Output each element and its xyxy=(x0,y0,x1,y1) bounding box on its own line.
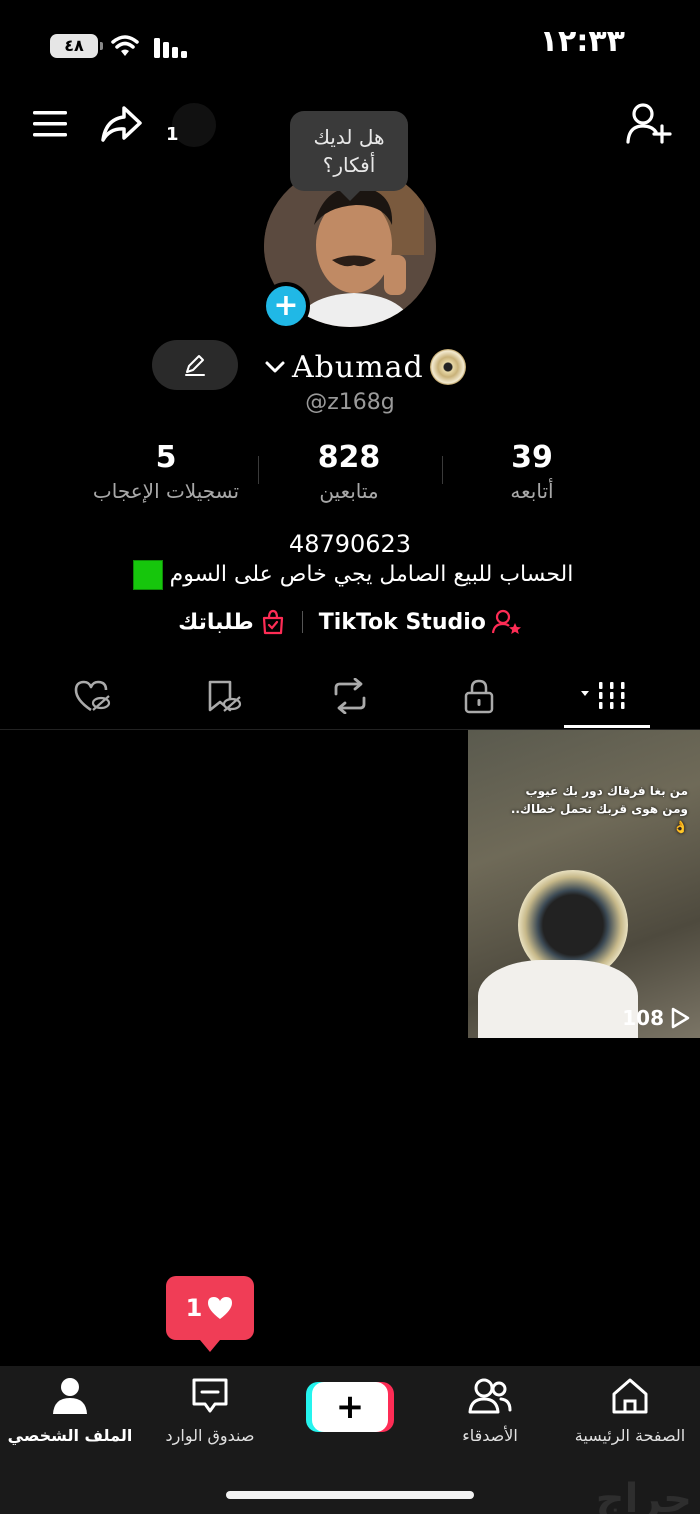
bio-text: الحساب للبيع الصامل يجي خاص على السوم xyxy=(169,562,574,587)
video-caption-line1: من بغا فرقاك دور بك عيوب xyxy=(525,784,688,798)
tab-videos[interactable] xyxy=(562,670,652,722)
video-image-hand xyxy=(478,960,638,1038)
disc-icon xyxy=(429,349,466,385)
following-count: 39 xyxy=(511,440,553,475)
like-toast-count: 1 xyxy=(185,1294,203,1322)
video-view-count: 108 xyxy=(622,1006,664,1030)
idea-prompt-line1: هل لديك xyxy=(313,125,385,149)
home-indicator[interactable] xyxy=(226,1491,474,1499)
tab-favorites[interactable] xyxy=(178,670,268,722)
profile-links: طلباتك TikTok Studio xyxy=(0,604,700,640)
tab-liked[interactable] xyxy=(48,670,138,722)
creator-star-icon xyxy=(491,609,521,634)
nav-home-label: الصفحة الرئيسية xyxy=(574,1426,686,1445)
following-label: أتابعه xyxy=(510,479,554,503)
nav-home[interactable]: الصفحة الرئيسية xyxy=(560,1376,700,1445)
hidden-heart-icon xyxy=(74,680,111,712)
video-caption-line2: ومن هوى قربك تحمل خطاك..👌 xyxy=(510,802,688,834)
edit-profile-button[interactable] xyxy=(152,340,238,390)
orders-label: طلباتك xyxy=(178,609,254,635)
status-time: ١٢:٣٣ xyxy=(539,24,625,59)
followers-stat[interactable]: 828 متابعين xyxy=(249,440,449,503)
nav-friends[interactable]: الأصدقاء xyxy=(420,1376,560,1445)
idea-prompt-line2: أفكار؟ xyxy=(322,153,376,177)
likes-label: تسجيلات الإعجاب xyxy=(92,479,240,503)
add-story-button[interactable]: + xyxy=(262,282,310,330)
video-views: 108 xyxy=(622,1006,690,1030)
repost-icon xyxy=(334,678,366,714)
grid-videos-icon xyxy=(581,682,625,709)
friends-icon xyxy=(468,1378,512,1414)
likes-count: 5 xyxy=(155,440,177,475)
chevron-down-icon[interactable] xyxy=(264,359,286,375)
menu-icon[interactable] xyxy=(32,108,68,140)
share-icon[interactable] xyxy=(100,104,144,144)
orders-link[interactable]: طلباتك xyxy=(178,609,286,635)
followers-label: متابعين xyxy=(319,479,379,503)
nav-inbox-label: صندوق الوارد xyxy=(165,1426,255,1445)
likes-stat[interactable]: 5 تسجيلات الإعجاب xyxy=(66,440,266,503)
battery-icon: ٤٨ xyxy=(50,34,103,58)
haraj-watermark: حراج xyxy=(595,1476,692,1514)
tiktok-studio-label: TikTok Studio xyxy=(318,609,486,635)
like-notification-toast[interactable]: 1 xyxy=(166,1276,254,1352)
green-square-emoji xyxy=(132,560,163,590)
play-icon xyxy=(671,1007,690,1029)
hidden-bookmark-icon xyxy=(208,680,242,712)
video-thumbnail[interactable]: من بغا فرقاك دور بك عيوب ومن هوى قربك تح… xyxy=(468,730,700,1038)
inbox-icon xyxy=(192,1378,228,1413)
lock-icon xyxy=(464,679,494,714)
notification-count: 1 xyxy=(166,124,179,145)
home-icon xyxy=(612,1378,648,1414)
wifi-icon xyxy=(111,35,139,56)
username: @z168g xyxy=(305,390,395,415)
create-button[interactable]: + xyxy=(312,1382,388,1432)
idea-prompt-bubble[interactable]: هل لديك أفكار؟ xyxy=(290,111,408,201)
create-plus-icon: + xyxy=(335,1387,365,1427)
heart-icon xyxy=(208,1297,233,1319)
link-separator xyxy=(301,611,303,633)
nav-profile-label: الملف الشخصي xyxy=(7,1426,133,1445)
active-tab-indicator xyxy=(564,725,650,728)
name-row[interactable]: Abumad xyxy=(264,345,466,389)
nav-profile[interactable]: الملف الشخصي xyxy=(0,1376,140,1445)
signal-icon xyxy=(154,38,187,58)
shopping-bag-icon xyxy=(262,609,283,635)
story-dot[interactable] xyxy=(172,103,216,147)
video-caption: من بغا فرقاك دور بك عيوب ومن هوى قربك تح… xyxy=(498,782,688,836)
bio-number: 48790623 xyxy=(288,530,412,558)
following-stat[interactable]: 39 أتابعه xyxy=(432,440,632,503)
add-friend-icon[interactable] xyxy=(626,102,672,146)
tab-reposts[interactable] xyxy=(305,670,395,722)
tiktok-studio-link[interactable]: TikTok Studio xyxy=(319,609,522,635)
profile-icon xyxy=(53,1378,87,1414)
bio-text-row: الحساب للبيع الصامل يجي خاص على السوم xyxy=(0,560,700,590)
nav-inbox[interactable]: صندوق الوارد xyxy=(140,1376,280,1445)
display-name: Abumad xyxy=(292,349,424,385)
pencil-icon xyxy=(185,355,205,376)
followers-count: 828 xyxy=(317,440,381,475)
nav-friends-label: الأصدقاء xyxy=(462,1426,518,1445)
tab-private[interactable] xyxy=(434,670,524,722)
